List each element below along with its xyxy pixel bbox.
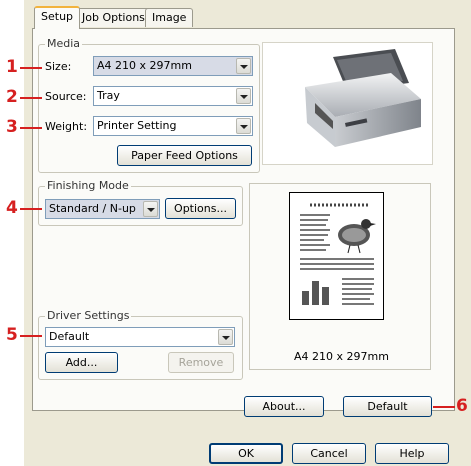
callout-4-line (20, 208, 42, 210)
paper-size-caption: A4 210 x 297mm (294, 350, 389, 363)
paper-feed-options-button[interactable]: Paper Feed Options (117, 145, 252, 166)
weight-label: Weight: (45, 120, 88, 133)
weight-select[interactable]: Printer Setting (93, 116, 253, 136)
ok-button[interactable]: OK (209, 443, 283, 464)
callout-2-line (20, 97, 42, 99)
size-value: A4 210 x 297mm (97, 59, 192, 72)
finishing-mode-legend: Finishing Mode (45, 179, 131, 193)
cancel-button[interactable]: Cancel (292, 443, 366, 464)
callout-1-line (20, 67, 42, 69)
size-label: Size: (45, 60, 72, 73)
driver-settings-select[interactable]: Default (45, 327, 235, 347)
size-select[interactable]: A4 210 x 297mm (93, 56, 253, 76)
about-button[interactable]: About... (244, 396, 324, 417)
tab-job-options[interactable]: Job Options (75, 8, 152, 27)
callout-4: 4 (6, 198, 18, 218)
callout-1: 1 (6, 57, 18, 77)
source-label: Source: (45, 90, 87, 103)
chevron-down-icon[interactable] (143, 201, 158, 217)
chevron-down-icon[interactable] (236, 58, 251, 74)
add-driver-setting-button[interactable]: Add... (45, 352, 118, 373)
finishing-mode-value: Standard / N-up (49, 202, 136, 215)
callout-6: 6 (456, 396, 468, 416)
finishing-options-button[interactable]: Options... (165, 198, 236, 219)
driver-settings-value: Default (49, 330, 90, 343)
chevron-down-icon[interactable] (236, 88, 251, 104)
page-layout-thumbnail (300, 203, 376, 305)
default-button[interactable]: Default (343, 396, 432, 417)
remove-driver-setting-button[interactable]: Remove (168, 352, 234, 373)
weight-value: Printer Setting (97, 119, 177, 132)
printer-icon (305, 49, 421, 147)
help-button[interactable]: Help (375, 443, 449, 464)
printer-preview (262, 42, 433, 165)
callout-2: 2 (6, 87, 18, 107)
chevron-down-icon[interactable] (218, 329, 233, 345)
bird-illustration (338, 219, 376, 254)
tab-image[interactable]: Image (145, 8, 194, 27)
callout-3: 3 (6, 117, 18, 137)
media-legend: Media (45, 37, 83, 51)
source-select[interactable]: Tray (93, 86, 253, 106)
finishing-mode-select[interactable]: Standard / N-up (45, 199, 160, 219)
tab-setup[interactable]: Setup (34, 6, 81, 29)
source-value: Tray (97, 89, 120, 102)
callout-6-line (433, 406, 455, 408)
driver-settings-legend: Driver Settings (45, 309, 132, 323)
chevron-down-icon[interactable] (236, 118, 251, 134)
page-preview (289, 192, 384, 320)
callout-5: 5 (6, 325, 18, 345)
callout-3-line (20, 127, 42, 129)
callout-5-line (20, 335, 42, 337)
